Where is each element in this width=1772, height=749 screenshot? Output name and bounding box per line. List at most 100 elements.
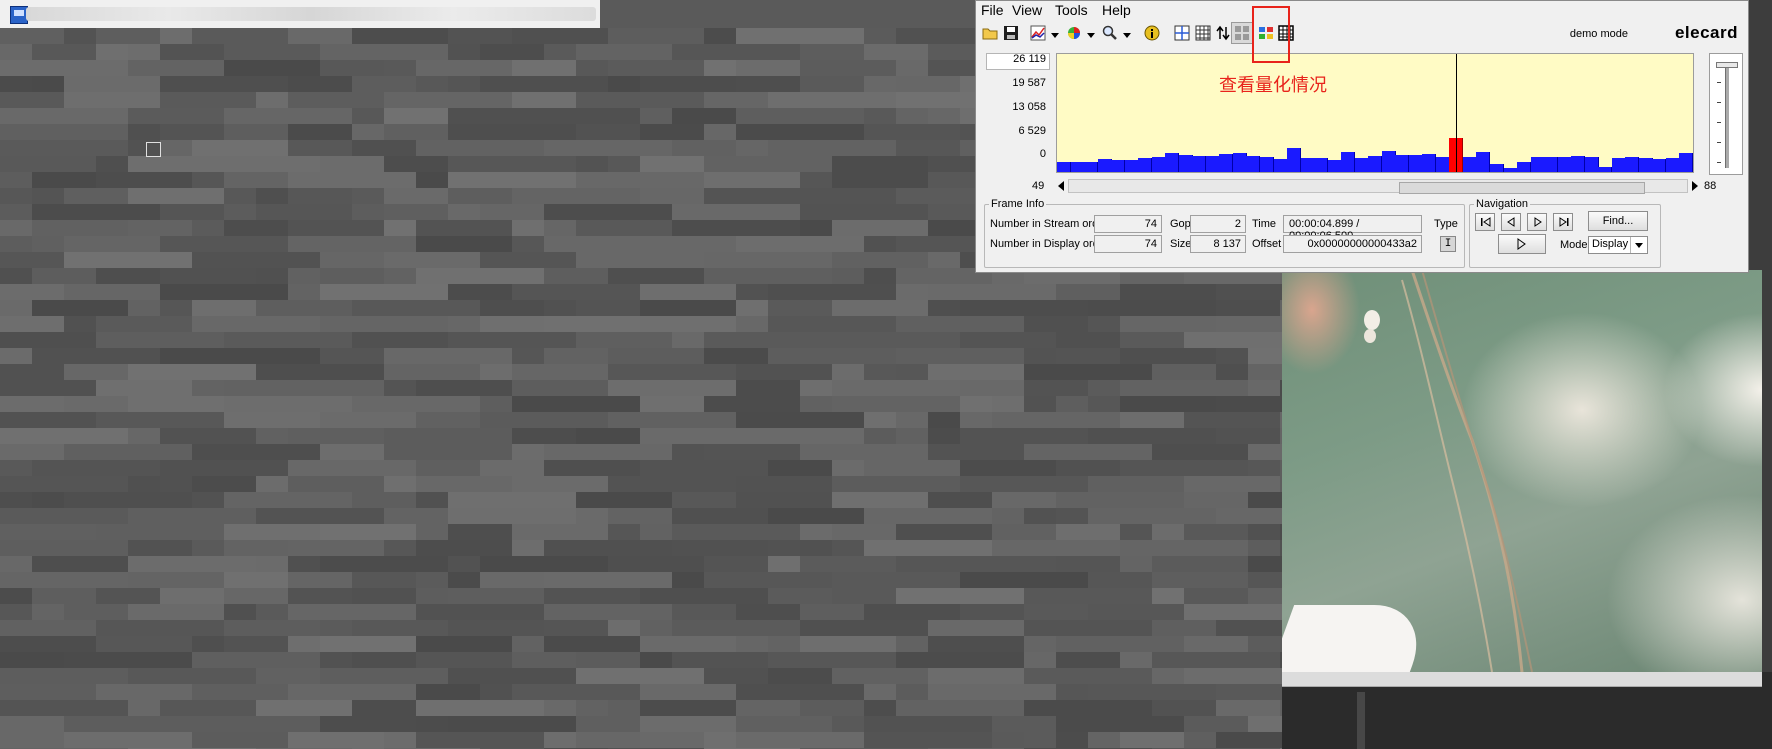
grid-view-icon[interactable] xyxy=(1193,23,1213,43)
frame-size-bar[interactable] xyxy=(1611,158,1626,172)
quant-block xyxy=(608,380,736,396)
frame-size-bar[interactable] xyxy=(1057,162,1071,172)
quant-block xyxy=(384,348,512,364)
frame-size-bar[interactable] xyxy=(1408,155,1423,172)
quant-block xyxy=(544,460,640,476)
frame-size-bar[interactable] xyxy=(1151,157,1166,172)
frame-size-chart[interactable] xyxy=(1056,53,1694,173)
quant-block xyxy=(992,540,1120,556)
frame-size-bar[interactable] xyxy=(1273,159,1288,172)
frame-size-bar[interactable] xyxy=(1530,157,1545,172)
frame-size-bar[interactable] xyxy=(1598,167,1613,172)
quant-block xyxy=(896,588,1024,604)
chart-scrollbar[interactable] xyxy=(1056,178,1700,194)
chart-icon[interactable] xyxy=(1028,23,1048,43)
scroll-right-icon[interactable] xyxy=(1692,181,1698,191)
frame-size-bar[interactable] xyxy=(1544,157,1559,172)
frame-size-bar[interactable] xyxy=(1192,156,1207,172)
frame-size-bar[interactable] xyxy=(1381,151,1396,172)
save-icon[interactable] xyxy=(1001,23,1021,43)
quant-block xyxy=(448,188,512,204)
quant-block xyxy=(576,716,640,732)
chart-dropdown-icon[interactable] xyxy=(1050,29,1060,39)
frame-size-bar[interactable] xyxy=(1503,168,1518,172)
play-icon[interactable] xyxy=(1498,234,1546,254)
find-button[interactable]: Find... xyxy=(1588,211,1648,231)
frame-size-bar[interactable] xyxy=(1368,156,1383,172)
frame-size-bar[interactable] xyxy=(1490,164,1505,172)
frame-size-bar[interactable] xyxy=(1327,160,1342,172)
sort-icon[interactable] xyxy=(1213,23,1233,43)
frame-size-bar[interactable] xyxy=(1341,152,1356,172)
frame-size-bar[interactable] xyxy=(1097,159,1112,172)
selected-macroblock[interactable] xyxy=(146,142,161,157)
quant-block xyxy=(1120,284,1216,300)
menu-help[interactable]: Help xyxy=(1102,2,1131,18)
zoom-icon[interactable] xyxy=(1100,23,1120,43)
open-folder-icon[interactable] xyxy=(980,23,1000,43)
frame-size-bar[interactable] xyxy=(1395,155,1410,172)
frame-size-bar[interactable] xyxy=(1314,158,1329,172)
frame-size-bar[interactable] xyxy=(1638,158,1653,172)
previous-frame-icon[interactable] xyxy=(1501,213,1521,231)
frame-size-bar[interactable] xyxy=(1422,154,1437,172)
scroll-track[interactable] xyxy=(1068,179,1688,194)
frame-size-bar[interactable] xyxy=(1232,153,1247,172)
chevron-down-icon[interactable] xyxy=(1630,237,1647,253)
quant-block xyxy=(32,604,64,620)
frame-size-bar[interactable] xyxy=(1111,160,1126,172)
frame-size-bar[interactable] xyxy=(1165,153,1180,172)
frame-size-bar[interactable] xyxy=(1287,148,1302,172)
frame-size-bar[interactable] xyxy=(1557,157,1572,172)
frame-size-bar[interactable] xyxy=(1435,157,1450,172)
scroll-thumb[interactable] xyxy=(1399,182,1645,194)
quant-block xyxy=(128,540,192,556)
frame-size-bar[interactable] xyxy=(1652,159,1667,172)
zoom-dropdown-icon[interactable] xyxy=(1122,29,1132,39)
frame-size-bar[interactable] xyxy=(1665,158,1680,172)
mode-select[interactable]: Display xyxy=(1588,236,1648,254)
color-dropdown-icon[interactable] xyxy=(1086,29,1096,39)
frame-size-bar[interactable] xyxy=(1517,162,1532,172)
frame-size-bar[interactable] xyxy=(1205,156,1220,172)
quant-block xyxy=(448,44,480,60)
menu-tools[interactable]: Tools xyxy=(1055,2,1088,18)
slider-knob[interactable] xyxy=(1716,62,1738,68)
frame-size-bar[interactable] xyxy=(1625,157,1640,172)
menu-file[interactable]: File xyxy=(981,2,1004,18)
quant-block xyxy=(192,476,256,492)
frame-size-bar[interactable] xyxy=(1219,154,1234,172)
frame-size-bar[interactable] xyxy=(1679,153,1693,172)
frame-size-bar[interactable] xyxy=(1476,152,1491,172)
menu-view[interactable]: View xyxy=(1012,2,1042,18)
frame-size-bar[interactable] xyxy=(1571,156,1586,172)
frame-size-bar[interactable] xyxy=(1246,156,1261,172)
vertical-scale-slider[interactable] xyxy=(1709,53,1743,175)
first-frame-icon[interactable] xyxy=(1475,213,1495,231)
quant-block xyxy=(640,300,736,316)
quant-block xyxy=(544,700,576,716)
quant-block xyxy=(736,380,800,396)
frame-size-bar[interactable] xyxy=(1070,162,1085,172)
frame-size-bar[interactable] xyxy=(1124,160,1139,172)
quant-block xyxy=(1088,396,1120,412)
info-icon[interactable] xyxy=(1142,23,1162,43)
frame-size-bar[interactable] xyxy=(1138,158,1153,172)
frame-size-bar[interactable] xyxy=(1462,157,1477,172)
frame-size-bar[interactable] xyxy=(1300,158,1315,172)
frame-size-bar[interactable] xyxy=(1178,155,1193,172)
split-view-icon[interactable] xyxy=(1172,23,1192,43)
quant-block xyxy=(288,188,320,204)
scroll-left-icon[interactable] xyxy=(1058,181,1064,191)
quant-block xyxy=(864,604,960,620)
frame-size-bar[interactable] xyxy=(1354,158,1369,172)
quant-block xyxy=(736,284,768,300)
quant-block xyxy=(0,140,128,156)
frame-size-bar[interactable] xyxy=(1084,162,1099,172)
last-frame-icon[interactable] xyxy=(1553,213,1573,231)
color-wheel-icon[interactable] xyxy=(1064,23,1084,43)
frame-size-bar[interactable] xyxy=(1259,157,1274,172)
next-frame-icon[interactable] xyxy=(1527,213,1547,231)
quantization-grid-icon[interactable] xyxy=(1231,22,1253,44)
frame-size-bar[interactable] xyxy=(1584,157,1599,172)
